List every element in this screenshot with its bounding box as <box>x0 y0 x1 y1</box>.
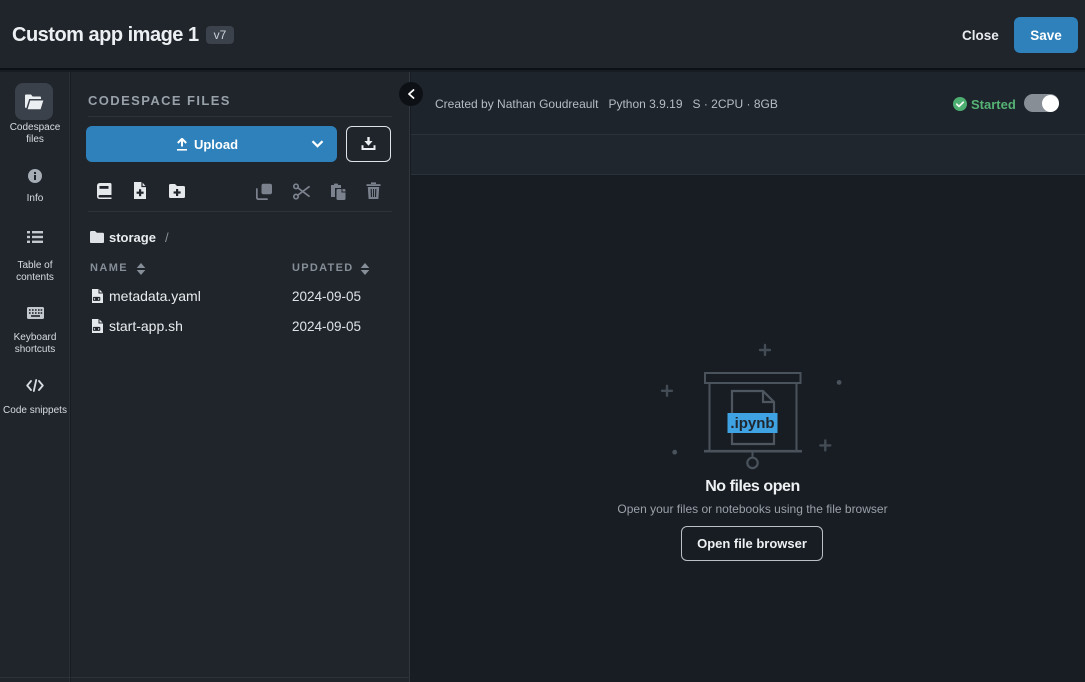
svg-text:.ipynb: .ipynb <box>730 415 774 432</box>
